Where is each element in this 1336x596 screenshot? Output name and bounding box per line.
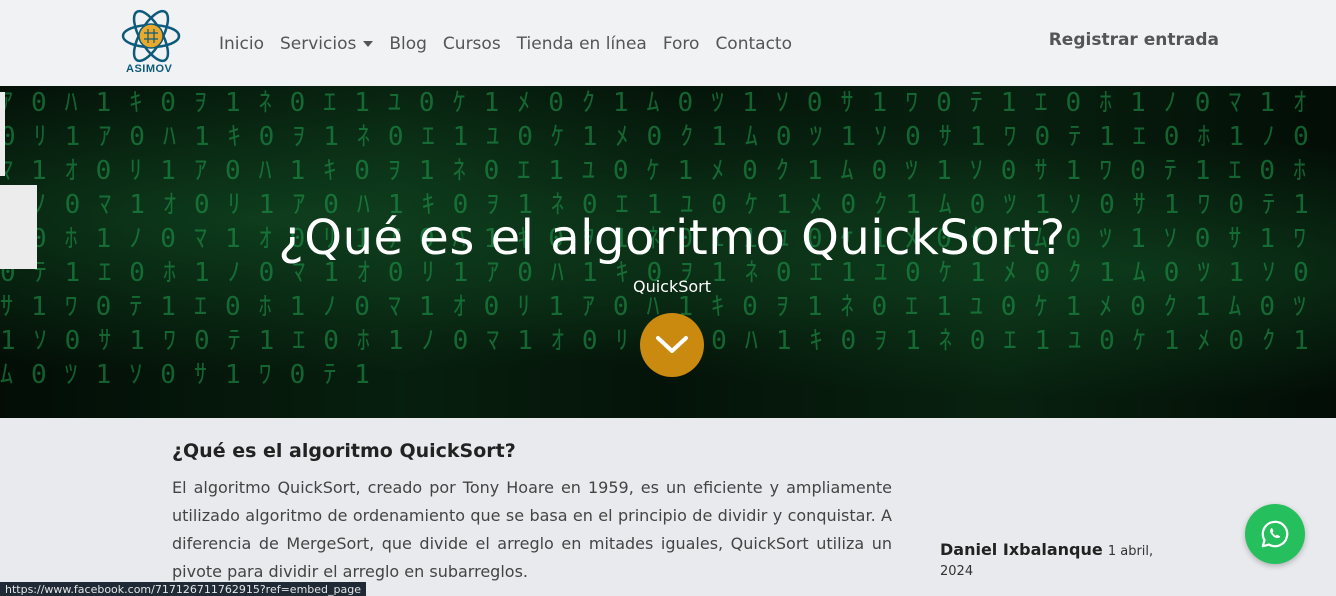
nav-link-tienda[interactable]: Tienda en línea	[509, 34, 655, 54]
nav-link-inicio[interactable]: Inicio	[211, 34, 272, 54]
side-tab[interactable]	[0, 92, 5, 176]
nav-link-contacto[interactable]: Contacto	[707, 34, 800, 54]
article-content: ¿Qué es el algoritmo QuickSort? El algor…	[172, 440, 892, 586]
atom-logo-icon	[121, 9, 181, 63]
hero-subtitle: QuickSort	[632, 277, 712, 296]
article-paragraph: El algoritmo QuickSort, creado por Tony …	[172, 478, 892, 581]
signin-link[interactable]: Registrar entrada	[1049, 30, 1219, 50]
whatsapp-button[interactable]	[1245, 504, 1305, 564]
nav-link-blog[interactable]: Blog	[381, 34, 435, 54]
author-name[interactable]: Daniel Ixbalanque	[940, 540, 1103, 559]
nav-link-cursos[interactable]: Cursos	[435, 34, 509, 54]
navbar: ASIMOV Inicio Servicios Blog Cursos Tien…	[0, 0, 1336, 86]
status-bar-url: https://www.facebook.com/717126711762915…	[0, 582, 366, 596]
nav-link-servicios[interactable]: Servicios	[272, 34, 381, 54]
whatsapp-icon	[1261, 520, 1289, 548]
scroll-down-button[interactable]	[640, 313, 704, 377]
brand-name: ASIMOV	[126, 63, 173, 75]
hero-title: ¿Qué es el algoritmo QuickSort?	[278, 210, 1066, 266]
nav-link-servicios-label: Servicios	[279, 34, 357, 54]
nav-link-foro[interactable]: Foro	[655, 34, 708, 54]
hero-banner: ｱ0ﾊ1ｷ0ｦ1ﾈ0ｴ1ﾕ0ｹ1ﾒ0ｸ1ﾑ0ﾂ1ｿ0ｻ1ﾜ0ﾃ1ｴ0ﾎ1ﾉ0ﾏ1…	[0, 86, 1336, 418]
brand-logo[interactable]: ASIMOV	[120, 9, 184, 77]
chevron-down-icon	[656, 336, 688, 353]
author-info: Daniel Ixbalanque 1 abril, 2024	[940, 541, 1170, 581]
caret-down-icon	[363, 41, 374, 47]
main-nav: Inicio Servicios Blog Cursos Tienda en l…	[211, 30, 800, 58]
article-heading: ¿Qué es el algoritmo QuickSort?	[172, 440, 516, 462]
